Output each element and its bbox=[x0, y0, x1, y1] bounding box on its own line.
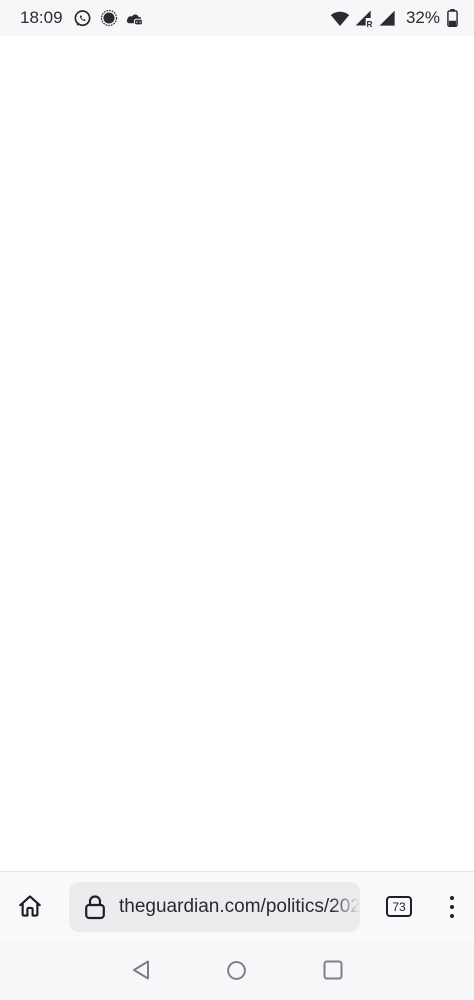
status-time: 18:09 bbox=[20, 8, 63, 27]
back-icon[interactable] bbox=[130, 959, 152, 981]
home-button[interactable] bbox=[10, 886, 50, 926]
url-text: theguardian.com/politics/2023/ bbox=[119, 896, 360, 917]
phone-screen: 18:09 R 32% theguardian.com/politics/202… bbox=[0, 0, 474, 1000]
url-bar[interactable]: theguardian.com/politics/2023/ bbox=[69, 882, 360, 932]
status-right: R 32% bbox=[330, 8, 458, 28]
wifi-icon bbox=[330, 8, 350, 28]
recents-icon[interactable] bbox=[323, 960, 343, 980]
tabs-counter-button[interactable]: 73 bbox=[386, 896, 412, 917]
battery-percent: 32% bbox=[405, 8, 440, 27]
status-bar: 18:09 R 32% bbox=[0, 0, 474, 36]
signal-icon bbox=[99, 8, 119, 28]
more-vertical-icon[interactable] bbox=[440, 890, 464, 924]
svg-text:R: R bbox=[366, 19, 372, 28]
battery-icon bbox=[446, 8, 458, 28]
status-left: 18:09 bbox=[20, 8, 151, 28]
web-content[interactable] bbox=[0, 36, 474, 871]
home-circle-icon[interactable] bbox=[226, 960, 247, 981]
cloud-game-icon bbox=[125, 8, 145, 28]
browser-toolbar: theguardian.com/politics/2023/ 73 bbox=[0, 871, 474, 941]
whatsapp-icon bbox=[73, 8, 93, 28]
cell-signal-icon bbox=[378, 8, 398, 28]
home-icon bbox=[19, 895, 41, 917]
signal-roaming-icon: R bbox=[354, 8, 374, 28]
navigation-bar bbox=[0, 941, 474, 1000]
lock-icon bbox=[83, 894, 107, 920]
